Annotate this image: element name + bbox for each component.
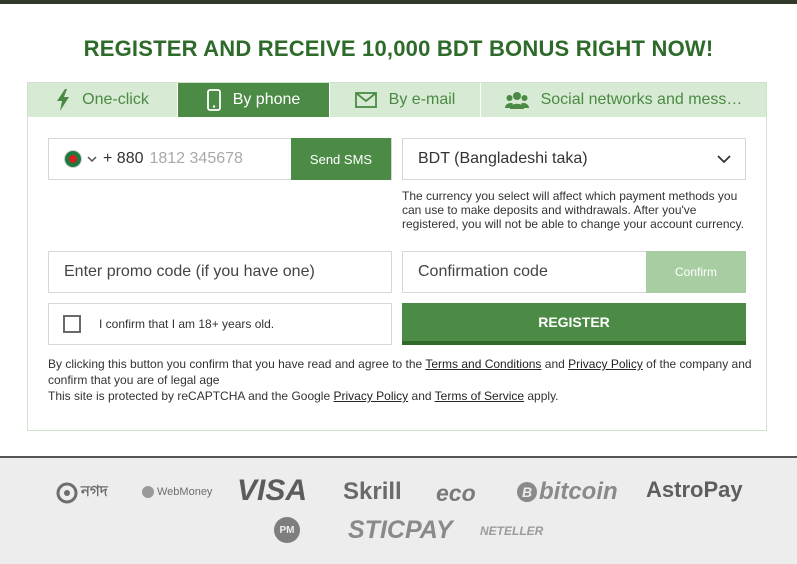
nagad-logo: নগদ <box>56 480 108 505</box>
register-button[interactable]: REGISTER <box>402 303 746 345</box>
promo-code-field <box>48 251 392 293</box>
terms-link[interactable]: Terms and Conditions <box>425 357 541 371</box>
age-confirmation: I confirm that I am 18+ years old. <box>48 303 392 345</box>
confirmation-code-input[interactable] <box>418 263 638 281</box>
currency-value: BDT (Bangladeshi taka) <box>418 150 588 167</box>
privacy-policy-link[interactable]: Privacy Policy <box>568 357 643 371</box>
bangladesh-flag-icon[interactable] <box>65 151 81 167</box>
confirm-button[interactable]: Confirm <box>646 251 746 293</box>
tab-one-click[interactable]: One-click <box>28 83 178 117</box>
recaptcha-suffix: apply. <box>527 389 559 403</box>
users-icon <box>504 91 529 109</box>
confirmation-code-field: Confirm <box>402 251 746 293</box>
tab-label: By e-mail <box>388 91 456 108</box>
registration-modal: REGISTER AND RECEIVE 10,000 BDT BONUS RI… <box>0 4 797 456</box>
neteller-logo: NETELLER <box>480 524 544 538</box>
tab-social-networks[interactable]: Social networks and mess… <box>481 83 766 117</box>
tab-by-email[interactable]: By e-mail <box>330 83 481 117</box>
chevron-down-icon <box>717 150 731 168</box>
skrill-logo: Skrill <box>343 478 402 505</box>
recaptcha-prefix: This site is protected by reCAPTCHA and … <box>48 389 331 403</box>
google-privacy-link[interactable]: Privacy Policy <box>333 389 408 403</box>
legal-and: and <box>544 357 565 371</box>
payment-methods-footer: নগদ WebMoney VISA Skrill eco B bitcoin A… <box>0 456 797 564</box>
page-title: REGISTER AND RECEIVE 10,000 BDT BONUS RI… <box>83 36 714 61</box>
recaptcha-and: and <box>411 389 432 403</box>
phone-field: + 880 Send SMS <box>48 138 392 180</box>
terms-of-service-link[interactable]: Terms of Service <box>435 389 524 403</box>
perfect-money-logo: PM <box>274 517 300 543</box>
currency-select[interactable]: BDT (Bangladeshi taka) <box>402 138 746 180</box>
lightning-icon <box>56 89 70 111</box>
age-checkbox[interactable] <box>63 315 81 333</box>
promo-code-input[interactable] <box>64 263 384 281</box>
chevron-down-icon[interactable] <box>87 154 97 164</box>
ecopayz-logo: eco <box>436 480 476 506</box>
currency-note: The currency you select will affect whic… <box>402 189 744 231</box>
visa-logo: VISA <box>237 474 308 507</box>
country-code: + 880 <box>103 150 144 167</box>
bitcoin-logo: B bitcoin <box>516 478 618 506</box>
tab-label: Social networks and mess… <box>540 91 743 108</box>
sticpay-logo: STICPAY <box>348 516 453 544</box>
registration-panel: One-click By phone By e-mail Social netw… <box>27 82 767 431</box>
phone-input[interactable] <box>149 150 280 168</box>
legal-prefix: By clicking this button you confirm that… <box>48 357 423 371</box>
phone-icon <box>206 89 221 111</box>
tab-label: By phone <box>232 91 301 108</box>
tab-label: One-click <box>82 91 149 108</box>
svg-text:B: B <box>522 484 532 500</box>
envelope-icon <box>354 92 377 108</box>
webmoney-logo: WebMoney <box>141 485 212 499</box>
registration-tabs: One-click By phone By e-mail Social netw… <box>28 83 766 117</box>
astropay-logo: AstroPay <box>646 477 743 502</box>
legal-text: By clicking this button you confirm that… <box>48 356 760 404</box>
age-confirmation-label: I confirm that I am 18+ years old. <box>99 317 275 331</box>
send-sms-button[interactable]: Send SMS <box>291 138 391 180</box>
tab-by-phone[interactable]: By phone <box>178 83 330 117</box>
